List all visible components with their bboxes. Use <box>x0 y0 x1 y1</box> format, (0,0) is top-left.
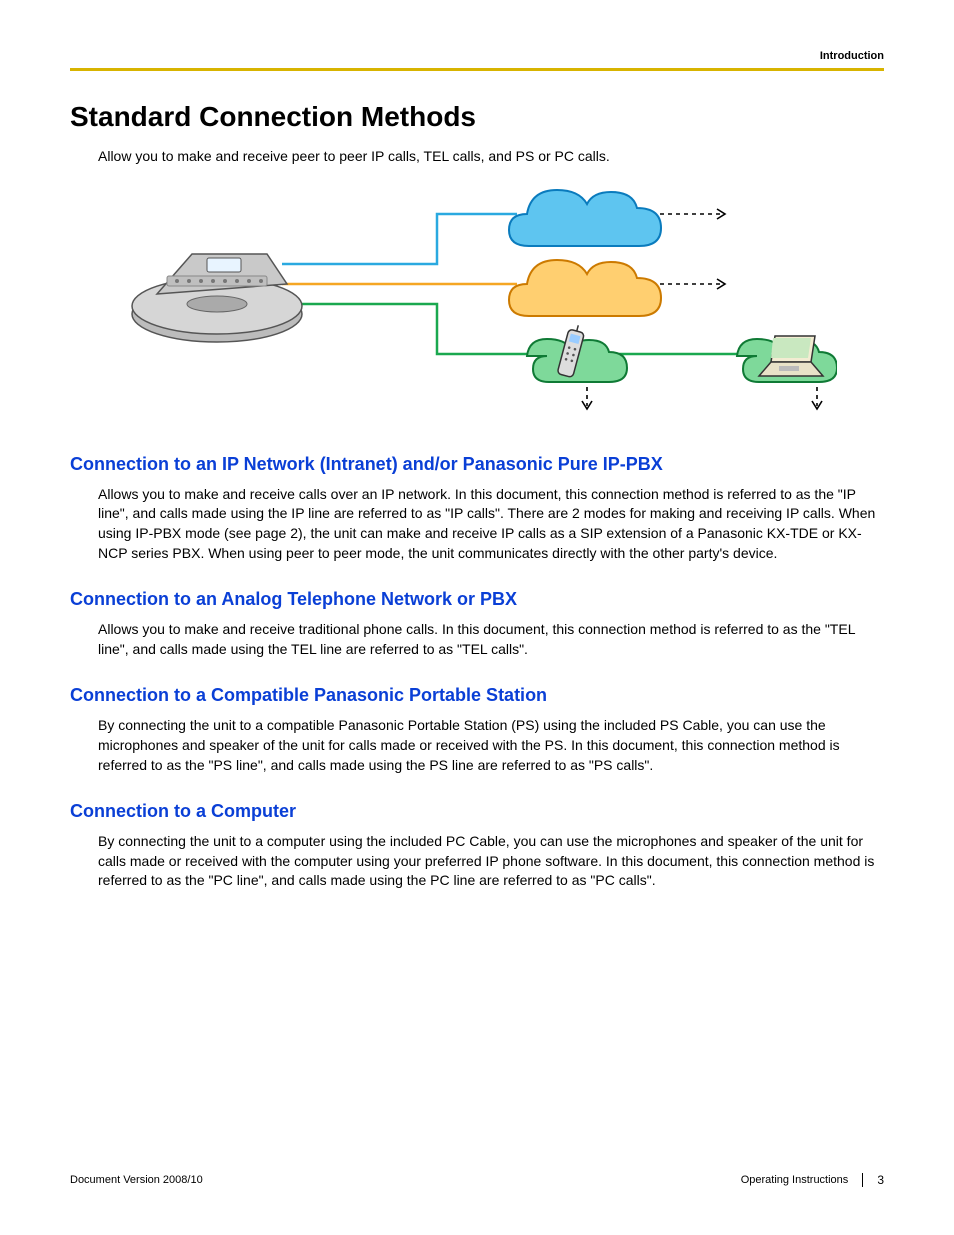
ip-network-cloud-icon <box>509 190 661 246</box>
section-heading-pc: Connection to a Computer <box>70 801 884 822</box>
section-body-tel: Allows you to make and receive tradition… <box>98 620 884 659</box>
header-rule <box>70 68 884 71</box>
pc-cloud-icon <box>737 336 837 382</box>
footer-version: Document Version 2008/10 <box>70 1174 203 1186</box>
footer-divider <box>862 1173 863 1187</box>
intro-text: Allow you to make and receive peer to pe… <box>98 147 884 166</box>
page-title: Standard Connection Methods <box>70 101 884 133</box>
ip-line <box>282 214 517 264</box>
document-page: Introduction Standard Connection Methods… <box>0 0 954 891</box>
section-body-pc: By connecting the unit to a computer usi… <box>98 832 884 891</box>
footer-page-number: 3 <box>877 1173 884 1187</box>
section-heading-ps: Connection to a Compatible Panasonic Por… <box>70 685 884 706</box>
conference-phone-icon <box>132 254 302 342</box>
section-body-ps: By connecting the unit to a compatible P… <box>98 716 884 775</box>
header-section-label: Introduction <box>70 50 884 62</box>
ps-pc-line <box>282 304 737 354</box>
connection-diagram <box>117 184 837 414</box>
section-heading-tel: Connection to an Analog Telephone Networ… <box>70 589 884 610</box>
footer-doc-label: Operating Instructions <box>741 1174 849 1186</box>
ps-cloud-icon <box>527 323 627 382</box>
section-heading-ip: Connection to an IP Network (Intranet) a… <box>70 454 884 475</box>
tel-network-cloud-icon <box>509 260 661 316</box>
section-body-ip: Allows you to make and receive calls ove… <box>98 485 884 563</box>
page-footer: Document Version 2008/10 Operating Instr… <box>70 1173 884 1187</box>
